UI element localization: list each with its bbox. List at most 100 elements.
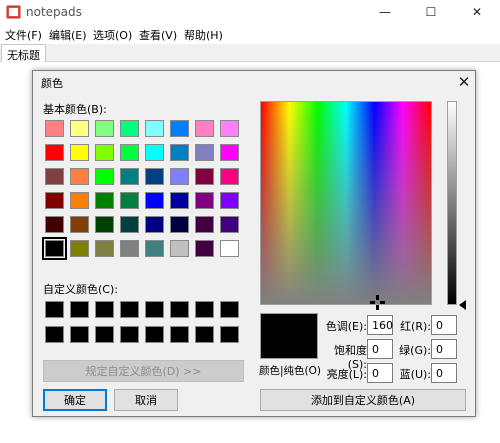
- menu-bar: 文件(F) 编辑(E) 选项(O) 查看(V) 帮助(H): [0, 24, 500, 44]
- custom-color-swatch[interactable]: [145, 326, 164, 343]
- basic-color-swatch[interactable]: [195, 168, 214, 185]
- dialog-close-button[interactable]: ✕: [453, 72, 475, 92]
- maximize-button[interactable]: ☐: [408, 0, 454, 24]
- menu-edit[interactable]: 编辑(E): [49, 27, 87, 43]
- basic-color-swatch[interactable]: [170, 144, 189, 161]
- luminance-label: 亮度(L):: [326, 368, 367, 381]
- custom-color-swatch[interactable]: [220, 326, 239, 343]
- basic-color-swatch[interactable]: [195, 216, 214, 233]
- notepad-app-icon: [6, 5, 22, 19]
- basic-color-swatch[interactable]: [120, 168, 139, 185]
- basic-color-swatch[interactable]: [145, 240, 164, 257]
- custom-colors-label: 自定义颜色(C):: [43, 283, 118, 296]
- basic-color-swatch[interactable]: [145, 168, 164, 185]
- basic-color-swatch[interactable]: [220, 168, 239, 185]
- custom-color-swatch[interactable]: [45, 301, 64, 318]
- basic-color-swatch[interactable]: [195, 240, 214, 257]
- saturation-field[interactable]: 0: [367, 339, 393, 359]
- red-label: 红(R):: [400, 320, 431, 333]
- basic-color-swatch[interactable]: [145, 192, 164, 209]
- green-label: 绿(G):: [399, 344, 431, 357]
- cancel-button[interactable]: 取消: [114, 389, 178, 411]
- basic-color-swatch[interactable]: [145, 216, 164, 233]
- title-bar: notepads — ☐ ✕: [0, 0, 500, 24]
- basic-color-swatch[interactable]: [45, 120, 64, 137]
- custom-color-swatch[interactable]: [195, 326, 214, 343]
- custom-color-swatch[interactable]: [120, 301, 139, 318]
- color-spectrum[interactable]: [260, 101, 432, 305]
- basic-color-swatch[interactable]: [170, 240, 189, 257]
- basic-color-swatch[interactable]: [95, 120, 114, 137]
- basic-color-swatch[interactable]: [145, 144, 164, 161]
- basic-colors-label: 基本颜色(B):: [43, 103, 107, 116]
- add-to-custom-colors-button[interactable]: 添加到自定义颜色(A): [260, 389, 466, 411]
- blue-label: 蓝(U):: [399, 368, 431, 381]
- basic-color-swatch[interactable]: [45, 192, 64, 209]
- luminance-field[interactable]: 0: [367, 363, 393, 383]
- menu-file[interactable]: 文件(F): [5, 27, 42, 43]
- red-field[interactable]: 0: [431, 315, 457, 335]
- basic-color-swatch[interactable]: [220, 192, 239, 209]
- basic-color-swatch[interactable]: [70, 192, 89, 209]
- basic-color-swatch[interactable]: [45, 144, 64, 161]
- basic-color-swatch[interactable]: [45, 216, 64, 233]
- custom-color-swatch[interactable]: [220, 301, 239, 318]
- minimize-button[interactable]: —: [362, 0, 408, 24]
- basic-color-swatch[interactable]: [220, 216, 239, 233]
- basic-color-swatch[interactable]: [70, 168, 89, 185]
- menu-help[interactable]: 帮助(H): [184, 27, 223, 43]
- define-custom-colors-button[interactable]: 规定自定义颜色(D) >>: [43, 360, 244, 382]
- basic-color-swatch[interactable]: [220, 240, 239, 257]
- basic-color-swatch[interactable]: [170, 192, 189, 209]
- basic-color-swatch[interactable]: [170, 168, 189, 185]
- basic-color-swatch[interactable]: [120, 216, 139, 233]
- basic-color-swatch[interactable]: [220, 144, 239, 161]
- custom-color-swatch[interactable]: [70, 326, 89, 343]
- basic-color-swatch[interactable]: [70, 144, 89, 161]
- custom-color-swatch[interactable]: [170, 326, 189, 343]
- basic-color-swatch[interactable]: [120, 240, 139, 257]
- dialog-title: 颜色: [41, 77, 63, 90]
- custom-color-swatch[interactable]: [195, 301, 214, 318]
- color-preview: [260, 313, 318, 359]
- basic-color-swatch[interactable]: [95, 240, 114, 257]
- custom-color-swatch[interactable]: [70, 301, 89, 318]
- crosshair-icon[interactable]: [370, 295, 385, 310]
- hue-field[interactable]: 160: [367, 315, 393, 335]
- basic-color-swatch[interactable]: [95, 168, 114, 185]
- close-window-button[interactable]: ✕: [454, 0, 500, 24]
- custom-color-swatch[interactable]: [120, 326, 139, 343]
- menu-options[interactable]: 选项(O): [93, 27, 132, 43]
- basic-color-swatch[interactable]: [145, 120, 164, 137]
- basic-color-swatch[interactable]: [95, 144, 114, 161]
- basic-color-swatch[interactable]: [120, 120, 139, 137]
- custom-color-swatch[interactable]: [45, 326, 64, 343]
- basic-color-swatch[interactable]: [45, 168, 64, 185]
- basic-color-swatch[interactable]: [95, 192, 114, 209]
- basic-color-swatch[interactable]: [42, 237, 67, 260]
- green-field[interactable]: 0: [431, 339, 457, 359]
- custom-color-swatch[interactable]: [95, 301, 114, 318]
- custom-color-swatch[interactable]: [95, 326, 114, 343]
- ok-button[interactable]: 确定: [43, 389, 107, 411]
- custom-color-swatch[interactable]: [170, 301, 189, 318]
- basic-color-swatch[interactable]: [220, 120, 239, 137]
- basic-color-swatch[interactable]: [195, 120, 214, 137]
- custom-color-swatch[interactable]: [145, 301, 164, 318]
- basic-color-swatch[interactable]: [120, 144, 139, 161]
- luminance-arrow-icon[interactable]: [459, 300, 466, 310]
- blue-field[interactable]: 0: [431, 363, 457, 383]
- basic-color-swatch[interactable]: [95, 216, 114, 233]
- basic-color-swatch[interactable]: [195, 144, 214, 161]
- basic-color-swatch[interactable]: [70, 120, 89, 137]
- basic-color-swatch[interactable]: [70, 240, 89, 257]
- luminance-slider[interactable]: [447, 101, 457, 305]
- basic-color-swatch[interactable]: [120, 192, 139, 209]
- basic-color-swatch[interactable]: [70, 216, 89, 233]
- menu-view[interactable]: 查看(V): [139, 27, 177, 43]
- basic-color-swatch[interactable]: [195, 192, 214, 209]
- basic-color-swatch[interactable]: [170, 120, 189, 137]
- hue-label: 色调(E):: [325, 320, 367, 333]
- basic-color-swatch[interactable]: [170, 216, 189, 233]
- tab-untitled[interactable]: 无标题: [1, 44, 46, 62]
